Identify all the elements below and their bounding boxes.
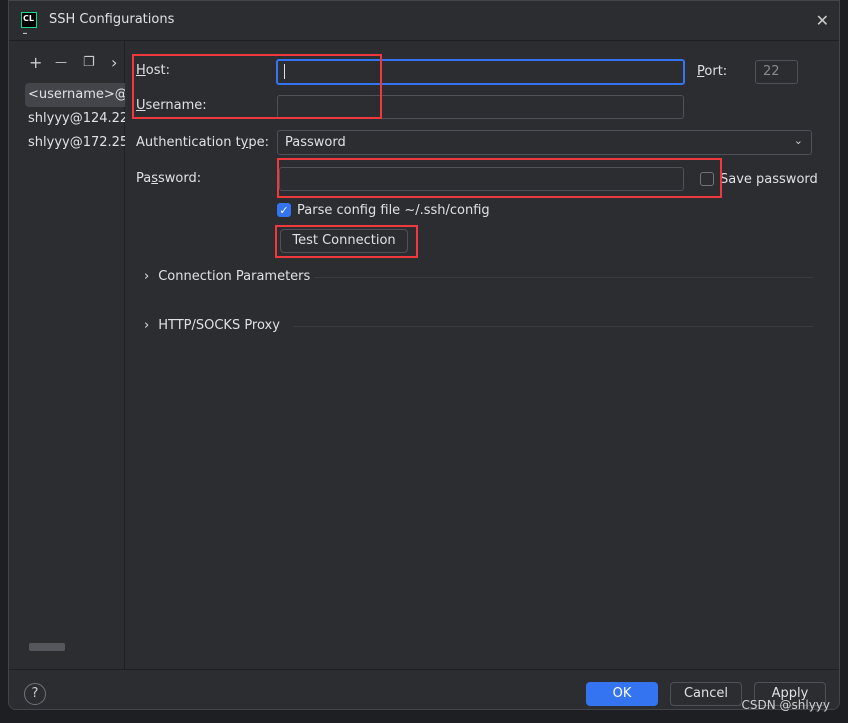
divider: [293, 326, 813, 327]
chevron-right-icon: ›: [144, 269, 150, 284]
parse-config-label: Parse config file ~/.ssh/config: [297, 203, 490, 218]
ok-button[interactable]: OK: [586, 682, 658, 706]
auth-type-label: Authentication type:: [136, 135, 270, 150]
ssh-configurations-dialog: CL _ SSH Configurations ✕ + — ❐ › <userna…: [8, 0, 840, 710]
more-icon[interactable]: ›: [111, 53, 117, 72]
port-label: Port:: [697, 64, 728, 79]
divider: [314, 277, 813, 278]
dialog-title: SSH Configurations: [49, 12, 175, 27]
title-bar: CL _ SSH Configurations ✕: [9, 1, 839, 41]
watermark: CSDN @shlyyy: [741, 698, 830, 712]
save-password-label: Save password: [720, 172, 818, 187]
help-button[interactable]: ?: [24, 683, 46, 705]
port-input[interactable]: 22: [755, 60, 798, 84]
cancel-button[interactable]: Cancel: [670, 682, 742, 706]
horizontal-scrollbar[interactable]: [29, 643, 65, 651]
config-item[interactable]: shlyyy@172.25.: [25, 131, 125, 155]
copy-icon[interactable]: ❐: [83, 55, 95, 70]
add-icon[interactable]: +: [29, 53, 42, 72]
remove-icon[interactable]: —: [55, 55, 67, 69]
http-socks-proxy-section[interactable]: › HTTP/SOCKS Proxy: [144, 318, 280, 333]
password-label: Password:: [136, 171, 202, 186]
footer-divider: [9, 669, 839, 670]
config-item[interactable]: <username>@localhost: [25, 83, 125, 107]
auth-type-select[interactable]: Password ⌄: [277, 130, 812, 155]
chevron-right-icon: ›: [144, 318, 150, 333]
clion-logo-icon: CL _: [21, 12, 37, 34]
close-icon[interactable]: ✕: [816, 11, 829, 30]
highlight-box: [277, 158, 722, 198]
config-item[interactable]: shlyyy@124.221: [25, 107, 125, 131]
highlight-box: [132, 54, 382, 119]
highlight-box: [275, 225, 418, 258]
chevron-down-icon: ⌄: [793, 134, 803, 147]
parse-config-checkbox[interactable]: ✓: [277, 203, 291, 217]
connection-parameters-section[interactable]: › Connection Parameters: [144, 269, 310, 284]
config-list-panel: + — ❐ › <username>@localhost shlyyy@124.…: [9, 41, 125, 669]
